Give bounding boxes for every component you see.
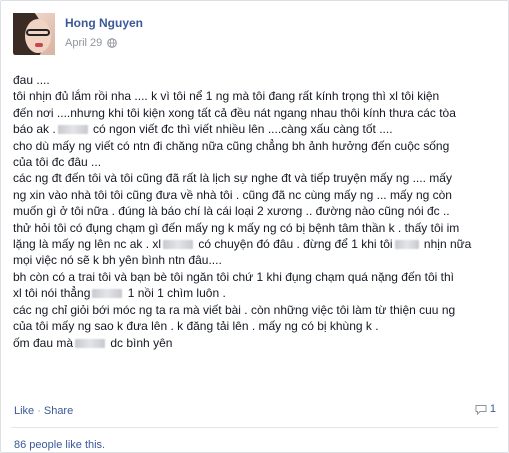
- post-meta: April 29: [65, 37, 118, 49]
- post-text-segment: thử hỏi tôi có đụng chạm gì đến mấy ng k…: [13, 220, 460, 235]
- post-text-segment: ốm đau mà: [13, 335, 74, 350]
- post-line: báo ak . có ngon viết đc thì viết nhiều …: [13, 121, 499, 137]
- post-line: đau ....: [13, 72, 499, 88]
- post-actions: Like · Share: [14, 405, 73, 417]
- likes-summary[interactable]: 86 people like this.: [14, 439, 105, 451]
- post-line: muốn gì ở tôi nữa . đúng là báo chí là c…: [13, 203, 499, 219]
- post-header: Hong Nguyen April 29: [13, 13, 493, 61]
- post-line: các ng chỉ giỏi bới móc ng ta ra mà viết…: [13, 302, 499, 318]
- post-text-segment: cho dù mấy ng viết có ntn đi chăng nữa c…: [13, 138, 450, 153]
- post-text-segment: đến nơi ....nhưng khi tôi kiện xong tất …: [13, 105, 456, 120]
- post-text-segment: của tôi mấy ng sao k đưa lên . k đăng tả…: [13, 319, 379, 334]
- post-line: lặng là mấy ng lên nc ak . xl có chuyện …: [13, 236, 499, 252]
- post-text-segment: bh còn có a trai tôi và bạn bè tôi ngăn …: [13, 269, 454, 284]
- post-text-segment: mọi việc nó sẽ k bh yên bình ntn đâu....: [13, 253, 222, 268]
- post-text-segment: của tôi đc đâu ...: [13, 155, 102, 170]
- post-date[interactable]: April 29: [65, 37, 102, 49]
- divider: [11, 427, 498, 428]
- comment-count-value: 1: [489, 403, 496, 415]
- post-line: thử hỏi tôi có đụng chạm gì đến mấy ng k…: [13, 220, 499, 236]
- redacted-text: [57, 125, 88, 135]
- post-text-segment: lặng là mấy ng lên nc ak . xl: [13, 237, 162, 252]
- share-button[interactable]: Share: [44, 405, 73, 417]
- post-text: đau .... tôi nhịn đủ lắm rồi nha .... k v…: [13, 72, 499, 351]
- redacted-text: [75, 338, 106, 348]
- post-line: đến nơi ....nhưng khi tôi kiện xong tất …: [13, 105, 499, 121]
- post-line: tôi nhịn đủ lắm rồi nha .... k vì tôi nể…: [13, 88, 499, 104]
- comment-icon: [475, 404, 487, 415]
- post-text-segment: tôi nhịn đủ lắm rồi nha .... k vì tôi nể…: [13, 89, 440, 104]
- post-line: ng xin vào nhà tôi tôi cũng đưa về nhà t…: [13, 187, 499, 203]
- post-line: bh còn có a trai tôi và bạn bè tôi ngăn …: [13, 269, 499, 285]
- action-separator: ·: [37, 405, 41, 417]
- post-line: của tôi đc đâu ...: [13, 154, 499, 170]
- post-text-segment: nhịn nữa: [420, 237, 472, 252]
- post-line: ốm đau mà dc bình yên: [13, 335, 499, 351]
- like-button[interactable]: Like: [14, 405, 34, 417]
- post-text-segment: có chuyện đó đâu . đừng để 1 khi tôi: [195, 237, 393, 252]
- post-text-segment: đau ....: [13, 73, 50, 87]
- post-line: cho dù mấy ng viết có ntn đi chăng nữa c…: [13, 138, 499, 154]
- redacted-text: [394, 240, 419, 250]
- post-card: Hong Nguyen April 29 đau .... tôi nhịn đủ…: [0, 0, 509, 453]
- post-text-segment: các ng chỉ giỏi bới móc ng ta ra mà viết…: [13, 302, 456, 317]
- post-text-segment: xl tôi nói thẳng: [13, 286, 91, 301]
- post-line: của tôi mấy ng sao k đưa lên . k đăng tả…: [13, 318, 499, 334]
- globe-icon: [107, 38, 118, 48]
- avatar[interactable]: [13, 13, 55, 55]
- author-name[interactable]: Hong Nguyen: [65, 16, 143, 30]
- post-text-segment: 1 nồi 1 chìm luôn .: [124, 286, 226, 301]
- post-text-segment: ng xin vào nhà tôi tôi cũng đưa về nhà t…: [13, 187, 452, 202]
- redacted-text: [92, 289, 123, 299]
- post-text-segment: các ng đt đến tôi và tôi cũng đã rất là …: [13, 171, 452, 186]
- post-text-segment: báo ak .: [13, 122, 56, 137]
- post-line: xl tôi nói thẳng 1 nồi 1 chìm luôn .: [13, 285, 499, 301]
- redacted-text: [163, 240, 194, 250]
- post-text-segment: dc bình yên: [107, 335, 173, 350]
- post-text-segment: muốn gì ở tôi nữa . đúng là báo chí là c…: [13, 204, 450, 219]
- post-text-segment: có ngon viết đc thì viết nhiều lên ....c…: [89, 122, 393, 137]
- post-line: các ng đt đến tôi và tôi cũng đã rất là …: [13, 170, 499, 186]
- post-line: mọi việc nó sẽ k bh yên bình ntn đâu....: [13, 252, 499, 268]
- comment-count[interactable]: 1: [475, 403, 496, 415]
